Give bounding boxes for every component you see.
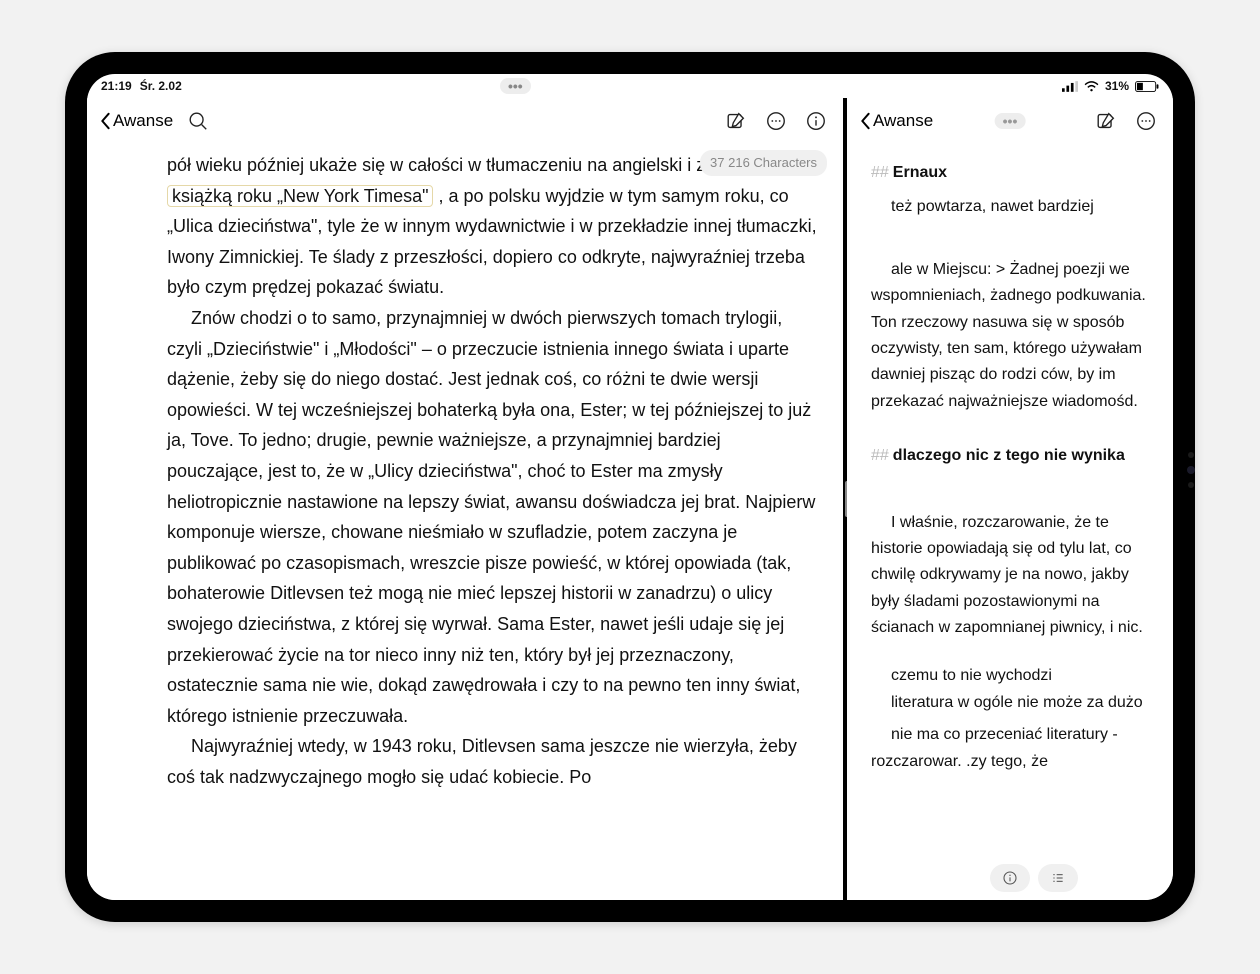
search-button[interactable] <box>183 106 213 136</box>
compose-button[interactable] <box>721 106 751 136</box>
right-pane: Awanse ••• ##Ernaux też powtarza, n <box>847 98 1173 900</box>
paragraph: Najwyraźniej wtedy, w 1943 roku, Ditlevs… <box>167 731 817 792</box>
compose-button[interactable] <box>1091 106 1121 136</box>
character-count-badge: 37 216 Characters <box>700 150 827 176</box>
list-icon <box>1050 870 1066 886</box>
status-date: Śr. 2.02 <box>140 79 182 93</box>
ellipsis-circle-icon <box>765 110 787 132</box>
chevron-left-icon <box>99 112 111 130</box>
back-label: Awanse <box>113 111 173 131</box>
note-line: nie ma co przeceniać literatury - rozcza… <box>871 722 1149 775</box>
compose-icon <box>725 110 747 132</box>
back-button[interactable]: Awanse <box>859 111 933 131</box>
battery-percentage: 31% <box>1105 79 1129 93</box>
left-document-content[interactable]: 37 216 Characters pół wieku później ukaż… <box>87 144 843 900</box>
right-document-content[interactable]: ##Ernaux też powtarza, nawet bardziej al… <box>847 144 1173 900</box>
sensor-dot <box>1188 452 1194 458</box>
floating-tools <box>990 864 1078 892</box>
status-time: 21:19 <box>101 79 132 93</box>
outline-pill-button[interactable] <box>1038 864 1078 892</box>
cellular-signal-icon <box>1062 81 1078 92</box>
info-circle-icon <box>805 110 827 132</box>
sensor-dot <box>1188 482 1194 488</box>
heading: ##Ernaux <box>871 160 1149 186</box>
multitask-pill-icon[interactable]: ••• <box>500 78 531 94</box>
note-block: I właśnie, rozczarowanie, że te historie… <box>871 510 1149 642</box>
note-line: literatura w ogóle nie może za dużo <box>871 690 1149 716</box>
split-view: Awanse 37 <box>87 98 1173 900</box>
more-button[interactable] <box>1131 106 1161 136</box>
status-bar: 21:19 Śr. 2.02 ••• 31% <box>87 74 1173 98</box>
search-icon <box>187 110 209 132</box>
note-line: też powtarza, nawet bardziej <box>871 194 1149 220</box>
info-pill-button[interactable] <box>990 864 1030 892</box>
ellipsis-circle-icon <box>1135 110 1157 132</box>
left-pane: Awanse 37 <box>87 98 847 900</box>
info-button[interactable] <box>801 106 831 136</box>
screen: 21:19 Śr. 2.02 ••• 31% <box>87 74 1173 900</box>
battery-icon <box>1135 81 1159 92</box>
compose-icon <box>1095 110 1117 132</box>
left-toolbar: Awanse <box>87 98 843 144</box>
ipad-frame: 21:19 Śr. 2.02 ••• 31% <box>65 52 1195 922</box>
note-line: czemu to nie wychodzi <box>871 663 1149 689</box>
note-block: ale w Miejscu: > Żadnej poezji we wspomn… <box>871 257 1149 415</box>
wifi-icon <box>1084 81 1099 92</box>
camera-dot <box>1187 466 1195 474</box>
camera-cluster <box>1187 452 1195 488</box>
back-label: Awanse <box>873 111 933 131</box>
right-toolbar: Awanse ••• <box>847 98 1173 144</box>
info-circle-icon <box>1002 870 1018 886</box>
highlighted-text: książką roku „New York Timesa" <box>167 185 433 207</box>
more-button[interactable] <box>761 106 791 136</box>
chevron-left-icon <box>859 112 871 130</box>
paragraph: Znów chodzi o to samo, przynajmniej w dw… <box>167 303 817 731</box>
back-button[interactable]: Awanse <box>99 111 173 131</box>
multitask-pill-icon[interactable]: ••• <box>995 113 1026 129</box>
heading: ##dlaczego nic z tego nie wynika <box>871 443 1149 469</box>
